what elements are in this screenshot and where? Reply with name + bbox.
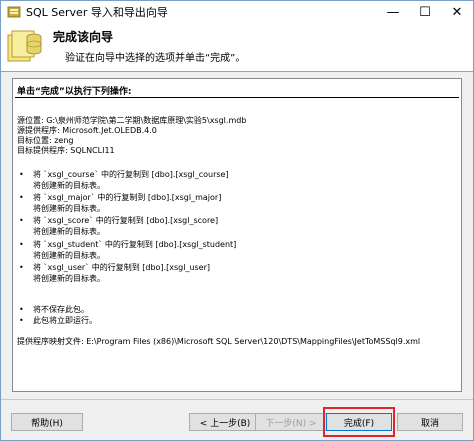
wizard-header: 完成该向导 验证在向导中选择的选项并单击“完成”。 [1,23,473,72]
copy-op-line: 将 `xsgl_course` 中的行复制到 [dbo].[xsgl_cours… [33,170,229,179]
header-subtitle: 验证在向导中选择的选项并单击“完成”。 [65,53,246,64]
close-button[interactable]: ✕ [441,1,473,23]
package-save-note: 将不保存此包。 [33,305,89,314]
copy-op-note: 将创建新的目标表。 [33,227,105,236]
bullet: • [19,305,24,314]
window-title: SQL Server 导入和导出向导 [26,6,168,19]
bullet: • [19,216,24,225]
source-provider: 源提供程序: Microsoft.Jet.OLEDB.4.0 [17,126,157,135]
sql-server-app-icon [7,6,21,18]
copy-op-line: 将 `xsgl_major` 中的行复制到 [dbo].[xsgl_major] [33,193,222,202]
bullet: • [19,240,24,249]
bullet: • [19,263,24,272]
bullet: • [19,316,24,325]
header-title: 完成该向导 [53,30,114,44]
wizard-database-icon [7,30,42,62]
finish-highlight-box [323,407,395,437]
summary-heading: 单击“完成”以执行下列操作: [17,87,132,97]
copy-op-line: 将 `xsgl_student` 中的行复制到 [dbo].[xsgl_stud… [33,240,237,249]
title-bar[interactable]: SQL Server 导入和导出向导 — ☐ ✕ [1,1,473,23]
bullet: • [19,193,24,202]
cancel-button[interactable]: 取消 [397,413,463,431]
target-provider: 目标提供程序: SQLNCLI11 [17,146,115,155]
copy-op-note: 将创建新的目标表。 [33,274,105,283]
copy-op-line: 将 `xsgl_user` 中的行复制到 [dbo].[xsgl_user] [33,263,211,272]
window-controls: — ☐ ✕ [377,1,473,23]
next-button[interactable]: 下一步(N) > [255,413,327,431]
bullet: • [19,170,24,179]
maximize-button[interactable]: ☐ [409,1,441,23]
copy-op-note: 将创建新的目标表。 [33,251,105,260]
copy-op-note: 将创建新的目标表。 [33,181,105,190]
package-run-note: 此包将立即运行。 [33,316,97,325]
copy-op-line: 将 `xsgl_score` 中的行复制到 [dbo].[xsgl_score] [33,216,219,225]
mapping-file: 提供程序映射文件: E:\Program Files (x86)\Microso… [17,337,421,346]
summary-divider [15,97,459,98]
source-location: 源位置: G:\泉州师范学院\第二学期\数据库原理\实验5\xsgl.mdb [17,116,247,125]
import-export-wizard-window: SQL Server 导入和导出向导 — ☐ ✕ 完成该向导 验证在向导中选择的… [0,0,474,441]
back-button[interactable]: < 上一步(B) [189,413,261,431]
button-area-divider [1,399,473,400]
help-button[interactable]: 帮助(H) [11,413,83,431]
copy-op-note: 将创建新的目标表。 [33,204,105,213]
summary-textbox[interactable]: 单击“完成”以执行下列操作: 源位置: G:\泉州师范学院\第二学期\数据库原理… [12,78,462,392]
target-location: 目标位置: zeng [17,136,74,145]
minimize-button[interactable]: — [377,1,409,23]
